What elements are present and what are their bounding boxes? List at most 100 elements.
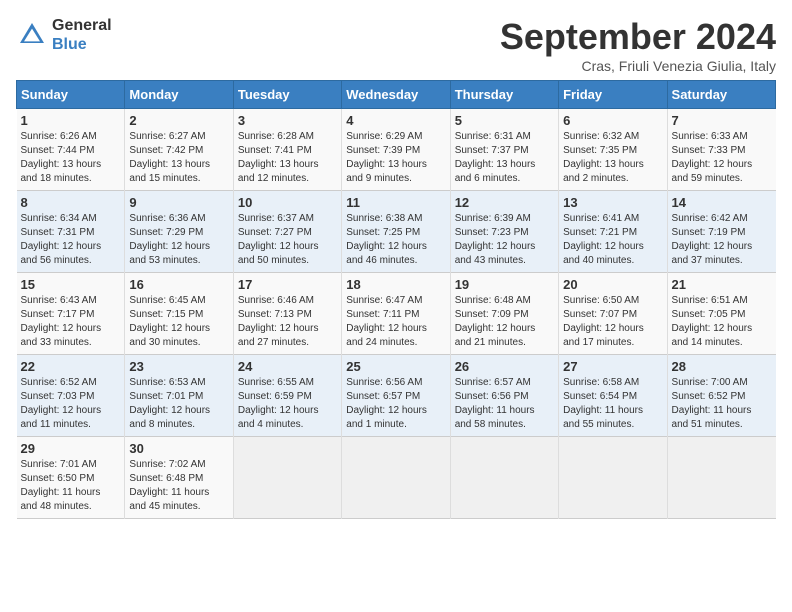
calendar-cell: 16 Sunrise: 6:45 AM Sunset: 7:15 PM Dayli… [125, 273, 233, 355]
day-info: Sunrise: 6:58 AM Sunset: 6:54 PM Dayligh… [563, 376, 662, 432]
day-info: Sunrise: 6:37 AM Sunset: 7:27 PM Dayligh… [238, 212, 337, 268]
calendar-subtitle: Cras, Friuli Venezia Giulia, Italy [500, 58, 776, 74]
day-info: Sunrise: 6:50 AM Sunset: 7:07 PM Dayligh… [563, 294, 662, 350]
day-number: 23 [129, 359, 228, 374]
calendar-cell: 20 Sunrise: 6:50 AM Sunset: 7:07 PM Dayli… [559, 273, 667, 355]
day-info: Sunrise: 6:57 AM Sunset: 6:56 PM Dayligh… [455, 376, 554, 432]
calendar-cell: 6Sunrise: 6:32 AM Sunset: 7:35 PM Daylig… [559, 109, 667, 191]
logo-line2: Blue [52, 35, 112, 54]
day-header-monday: Monday [125, 81, 233, 109]
day-info: Sunrise: 6:55 AM Sunset: 6:59 PM Dayligh… [238, 376, 337, 432]
calendar-cell: 25 Sunrise: 6:56 AM Sunset: 6:57 PM Dayli… [342, 355, 450, 437]
calendar-cell: 21 Sunrise: 6:51 AM Sunset: 7:05 PM Dayli… [667, 273, 775, 355]
calendar-table: SundayMondayTuesdayWednesdayThursdayFrid… [16, 80, 776, 519]
day-number: 14 [672, 195, 772, 210]
calendar-cell: 2 Sunrise: 6:27 AM Sunset: 7:42 PM Daylig… [125, 109, 233, 191]
day-number: 16 [129, 277, 228, 292]
calendar-cell [667, 437, 775, 519]
day-number: 27 [563, 359, 662, 374]
calendar-cell: 13 Sunrise: 6:41 AM Sunset: 7:21 PM Dayli… [559, 191, 667, 273]
calendar-cell: 19Sunrise: 6:48 AM Sunset: 7:09 PM Dayli… [450, 273, 558, 355]
calendar-cell: 12 Sunrise: 6:39 AM Sunset: 7:23 PM Dayli… [450, 191, 558, 273]
day-number: 30 [129, 441, 228, 456]
day-header-thursday: Thursday [450, 81, 558, 109]
day-info: Sunrise: 6:47 AM Sunset: 7:11 PM Dayligh… [346, 294, 445, 350]
calendar-cell: 22Sunrise: 6:52 AM Sunset: 7:03 PM Dayli… [17, 355, 125, 437]
calendar-cell: 30 Sunrise: 7:02 AM Sunset: 6:48 PM Dayli… [125, 437, 233, 519]
calendar-cell: 3Sunrise: 6:28 AM Sunset: 7:41 PM Daylig… [233, 109, 341, 191]
day-number: 28 [672, 359, 772, 374]
day-number: 29 [21, 441, 121, 456]
day-number: 25 [346, 359, 445, 374]
day-number: 7 [672, 113, 772, 128]
day-number: 24 [238, 359, 337, 374]
day-number: 13 [563, 195, 662, 210]
day-number: 21 [672, 277, 772, 292]
day-number: 9 [129, 195, 228, 210]
day-info: Sunrise: 6:39 AM Sunset: 7:23 PM Dayligh… [455, 212, 554, 268]
day-info: Sunrise: 6:27 AM Sunset: 7:42 PM Dayligh… [129, 130, 228, 186]
day-number: 15 [21, 277, 121, 292]
day-info: Sunrise: 6:41 AM Sunset: 7:21 PM Dayligh… [563, 212, 662, 268]
day-number: 20 [563, 277, 662, 292]
calendar-cell: 7 Sunrise: 6:33 AM Sunset: 7:33 PM Daylig… [667, 109, 775, 191]
calendar-cell: 4 Sunrise: 6:29 AM Sunset: 7:39 PM Daylig… [342, 109, 450, 191]
day-header-friday: Friday [559, 81, 667, 109]
title-section: September 2024 Cras, Friuli Venezia Giul… [500, 16, 776, 74]
day-info: Sunrise: 6:32 AM Sunset: 7:35 PM Dayligh… [563, 130, 662, 186]
day-number: 10 [238, 195, 337, 210]
day-header-tuesday: Tuesday [233, 81, 341, 109]
day-info: Sunrise: 6:52 AM Sunset: 7:03 PM Dayligh… [21, 376, 121, 432]
day-header-wednesday: Wednesday [342, 81, 450, 109]
week-row-4: 22Sunrise: 6:52 AM Sunset: 7:03 PM Dayli… [17, 355, 776, 437]
day-number: 2 [129, 113, 228, 128]
day-info: Sunrise: 6:51 AM Sunset: 7:05 PM Dayligh… [672, 294, 772, 350]
day-info: Sunrise: 6:56 AM Sunset: 6:57 PM Dayligh… [346, 376, 445, 432]
day-info: Sunrise: 6:46 AM Sunset: 7:13 PM Dayligh… [238, 294, 337, 350]
day-info: Sunrise: 6:31 AM Sunset: 7:37 PM Dayligh… [455, 130, 554, 186]
day-info: Sunrise: 6:38 AM Sunset: 7:25 PM Dayligh… [346, 212, 445, 268]
day-info: Sunrise: 6:53 AM Sunset: 7:01 PM Dayligh… [129, 376, 228, 432]
day-number: 5 [455, 113, 554, 128]
calendar-cell: 17 Sunrise: 6:46 AM Sunset: 7:13 PM Dayli… [233, 273, 341, 355]
calendar-cell [342, 437, 450, 519]
calendar-cell: 27 Sunrise: 6:58 AM Sunset: 6:54 PM Dayli… [559, 355, 667, 437]
day-number: 3 [238, 113, 337, 128]
day-info: Sunrise: 6:33 AM Sunset: 7:33 PM Dayligh… [672, 130, 772, 186]
day-number: 4 [346, 113, 445, 128]
day-number: 17 [238, 277, 337, 292]
day-info: Sunrise: 6:34 AM Sunset: 7:31 PM Dayligh… [21, 212, 121, 268]
day-info: Sunrise: 6:29 AM Sunset: 7:39 PM Dayligh… [346, 130, 445, 186]
logo-icon [16, 19, 48, 51]
logo-line1: General [52, 16, 112, 35]
calendar-cell: 26Sunrise: 6:57 AM Sunset: 6:56 PM Dayli… [450, 355, 558, 437]
calendar-cell: 8 Sunrise: 6:34 AM Sunset: 7:31 PM Daylig… [17, 191, 125, 273]
calendar-cell: 28 Sunrise: 7:00 AM Sunset: 6:52 PM Dayli… [667, 355, 775, 437]
day-info: Sunrise: 7:00 AM Sunset: 6:52 PM Dayligh… [672, 376, 772, 432]
day-info: Sunrise: 6:45 AM Sunset: 7:15 PM Dayligh… [129, 294, 228, 350]
day-number: 12 [455, 195, 554, 210]
week-row-1: 1 Sunrise: 6:26 AM Sunset: 7:44 PM Daylig… [17, 109, 776, 191]
calendar-cell: 15 Sunrise: 6:43 AM Sunset: 7:17 PM Dayli… [17, 273, 125, 355]
calendar-cell: 29Sunrise: 7:01 AM Sunset: 6:50 PM Dayli… [17, 437, 125, 519]
day-info: Sunrise: 7:02 AM Sunset: 6:48 PM Dayligh… [129, 458, 228, 514]
day-info: Sunrise: 6:36 AM Sunset: 7:29 PM Dayligh… [129, 212, 228, 268]
day-info: Sunrise: 6:26 AM Sunset: 7:44 PM Dayligh… [21, 130, 121, 186]
calendar-title: September 2024 [500, 16, 776, 58]
calendar-cell: 10 Sunrise: 6:37 AM Sunset: 7:27 PM Dayli… [233, 191, 341, 273]
day-number: 1 [21, 113, 121, 128]
header: General Blue September 2024 Cras, Friuli… [16, 16, 776, 74]
week-row-2: 8 Sunrise: 6:34 AM Sunset: 7:31 PM Daylig… [17, 191, 776, 273]
day-header-sunday: Sunday [17, 81, 125, 109]
day-info: Sunrise: 6:43 AM Sunset: 7:17 PM Dayligh… [21, 294, 121, 350]
calendar-cell: 11Sunrise: 6:38 AM Sunset: 7:25 PM Dayli… [342, 191, 450, 273]
calendar-cell [559, 437, 667, 519]
day-number: 8 [21, 195, 121, 210]
calendar-cell: 5 Sunrise: 6:31 AM Sunset: 7:37 PM Daylig… [450, 109, 558, 191]
day-number: 18 [346, 277, 445, 292]
day-info: Sunrise: 6:48 AM Sunset: 7:09 PM Dayligh… [455, 294, 554, 350]
header-row: SundayMondayTuesdayWednesdayThursdayFrid… [17, 81, 776, 109]
day-header-saturday: Saturday [667, 81, 775, 109]
calendar-cell [450, 437, 558, 519]
week-row-5: 29Sunrise: 7:01 AM Sunset: 6:50 PM Dayli… [17, 437, 776, 519]
